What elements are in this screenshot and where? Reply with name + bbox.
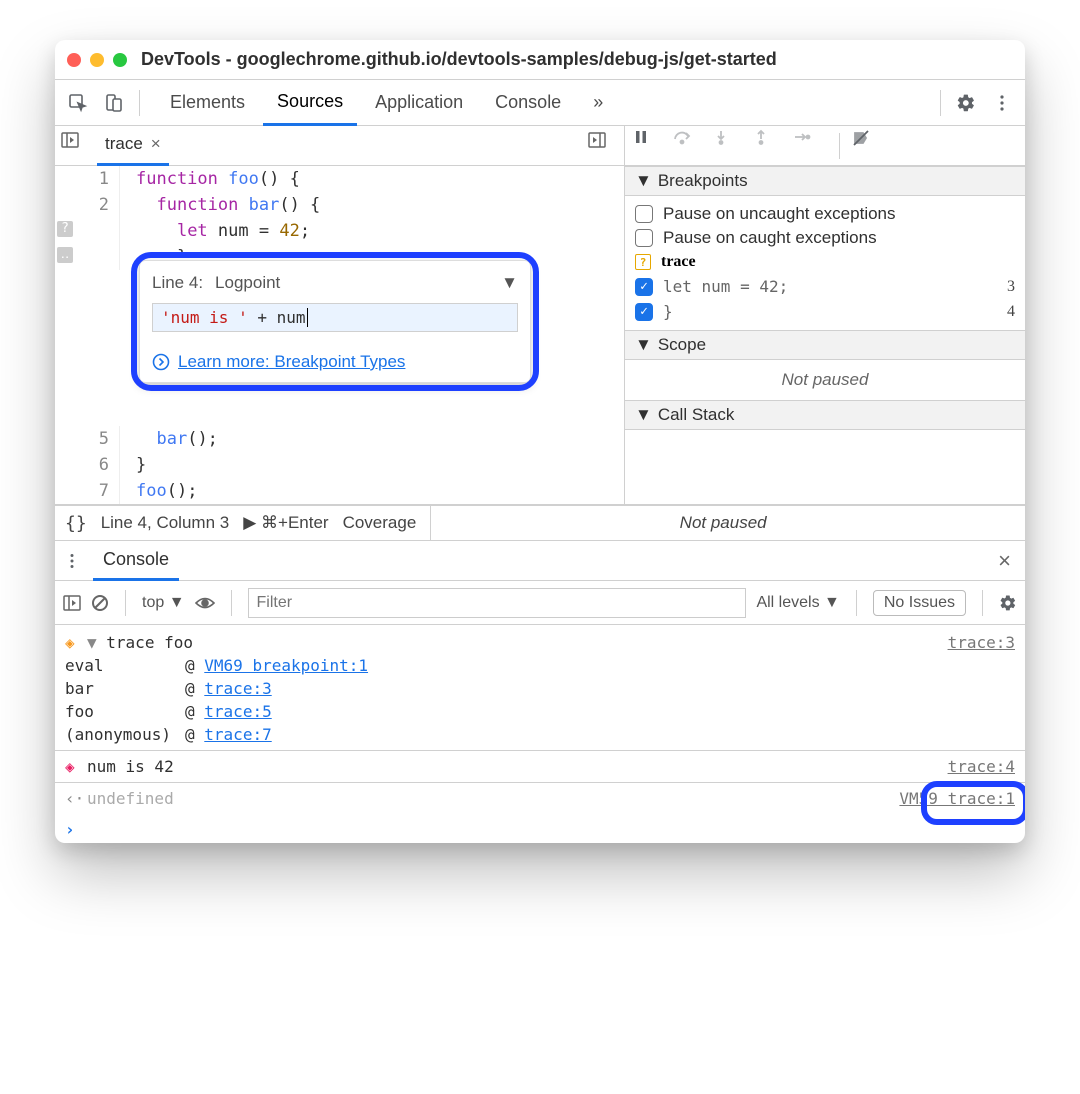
disclosure-triangle-icon: ▼ [635,405,652,425]
pause-caught-checkbox[interactable]: Pause on caught exceptions [635,226,1015,250]
file-tab-trace[interactable]: trace × [97,126,169,166]
deactivate-breakpoints-icon[interactable] [852,129,886,163]
scope-header[interactable]: ▼Scope [625,330,1025,360]
gutter-1[interactable]: 1 [55,166,119,192]
source-link[interactable]: VM59 trace:1 [899,789,1015,808]
eye-icon[interactable] [195,596,215,610]
source-link[interactable]: VM69 breakpoint:1 [204,656,368,675]
cond-bp-badge-icon: ? [635,254,651,270]
gutter-6[interactable]: 6 [55,452,119,478]
source-link[interactable]: trace:4 [948,757,1015,776]
console-logpoint-row[interactable]: ◈ num is 42 trace:4 [65,755,1015,778]
bp-expression-input[interactable]: 'num is ' + num [152,303,518,332]
context-selector[interactable]: top ▼ [142,594,185,612]
window-title: DevTools - googlechrome.github.io/devtoo… [141,49,777,70]
step-into-icon[interactable] [713,129,747,163]
console-trace-row[interactable]: ◈ ▼ trace foo trace:3 [65,631,1015,654]
minimize-window-icon[interactable] [90,53,104,67]
clear-console-icon[interactable] [91,594,109,612]
maximize-window-icon[interactable] [113,53,127,67]
drawer-kebab-icon[interactable] [63,552,93,570]
step-out-icon[interactable] [753,129,787,163]
issues-button[interactable]: No Issues [873,590,966,616]
bp-line-label: Line 4: [152,273,203,293]
stack-frame[interactable]: eval@ VM69 breakpoint:1 [65,654,1015,677]
callstack-header[interactable]: ▼Call Stack [625,400,1025,430]
tab-more[interactable]: » [579,80,617,126]
inspect-element-icon[interactable] [61,86,95,120]
close-file-icon[interactable]: × [151,134,161,154]
disclosure-triangle-icon: ▼ [635,171,652,191]
close-drawer-icon[interactable]: × [992,548,1017,574]
return-arrow-icon: ‹· [65,789,87,808]
pause-uncaught-checkbox[interactable]: Pause on uncaught exceptions [635,202,1015,226]
bp-file-group[interactable]: ?trace [635,250,1015,274]
source-link[interactable]: trace:7 [204,725,271,744]
gutter-4[interactable]: ‥4 [55,244,119,270]
stack-frame[interactable]: bar@ trace:3 [65,677,1015,700]
conditional-bp-icon: ? [57,221,73,237]
bp-entry-3[interactable]: ✓let num = 42;3 [635,274,1015,299]
close-window-icon[interactable] [67,53,81,67]
scope-body: Not paused [625,360,1025,400]
pretty-print-icon[interactable]: {} [65,513,87,534]
cursor-position: Line 4, Column 3 [101,513,230,533]
logpoint-icon: ‥ [57,247,73,263]
logpoint-badge-icon: ◈ [65,757,87,776]
tab-console[interactable]: Console [481,80,575,126]
tab-elements[interactable]: Elements [156,80,259,126]
pause-icon[interactable] [633,129,667,163]
chevron-down-icon: ▼ [501,273,518,293]
device-toggle-icon[interactable] [97,86,131,120]
navigator-toggle-icon[interactable] [61,131,91,161]
console-sidebar-toggle-icon[interactable] [63,594,81,612]
devtools-tabbar: Elements Sources Application Console » [55,80,1025,126]
disclosure-triangle-icon: ▼ [635,335,652,355]
bp-type-select[interactable]: Logpoint ▼ [215,271,518,295]
console-drawer-tab[interactable]: Console [93,541,179,581]
bp-learn-more-link[interactable]: Learn more: Breakpoint Types [152,352,518,372]
debugger-sidebar: ▼Breakpoints Pause on uncaught exception… [625,166,1025,504]
breakpoint-editor-popup[interactable]: Line 4: Logpoint ▼ 'num is ' + num Learn… [135,256,535,387]
step-icon[interactable] [793,129,827,163]
step-over-icon[interactable] [673,129,707,163]
gutter-2[interactable]: 2 [55,192,119,218]
stack-frame[interactable]: (anonymous)@ trace:7 [65,723,1015,746]
kebab-menu-icon[interactable] [985,86,1019,120]
gutter-7[interactable]: 7 [55,478,119,504]
tab-sources[interactable]: Sources [263,80,357,126]
tab-application[interactable]: Application [361,80,477,126]
console-output[interactable]: ◈ ▼ trace foo trace:3 eval@ VM69 breakpo… [55,625,1025,816]
run-snippet-button[interactable]: ▶ ⌘+Enter [243,513,328,533]
coverage-button[interactable]: Coverage [343,513,417,533]
console-return-row: ‹· undefined VM59 trace:1 [65,787,1015,810]
source-link[interactable]: trace:5 [204,702,271,721]
log-levels-selector[interactable]: All levels ▼ [756,594,839,612]
console-filter-input[interactable] [248,588,747,618]
gutter-3[interactable]: ?3 [55,218,119,244]
source-link[interactable]: trace:3 [948,633,1015,652]
file-tab-label: trace [105,134,143,154]
breakpoints-header[interactable]: ▼Breakpoints [625,166,1025,196]
gutter-5[interactable]: 5 [55,426,119,452]
bp-entry-4[interactable]: ✓}4 [635,299,1015,324]
console-prompt[interactable]: › [55,816,1025,843]
more-tabs-icon[interactable] [588,131,618,161]
settings-icon[interactable] [949,86,983,120]
titlebar: DevTools - googlechrome.github.io/devtoo… [55,40,1025,80]
paused-status: Not paused [430,506,1015,540]
console-settings-icon[interactable] [999,594,1017,612]
source-link[interactable]: trace:3 [204,679,271,698]
trace-badge-icon: ◈ [65,633,87,652]
stack-frame[interactable]: foo@ trace:5 [65,700,1015,723]
arrow-right-circle-icon [152,353,170,371]
